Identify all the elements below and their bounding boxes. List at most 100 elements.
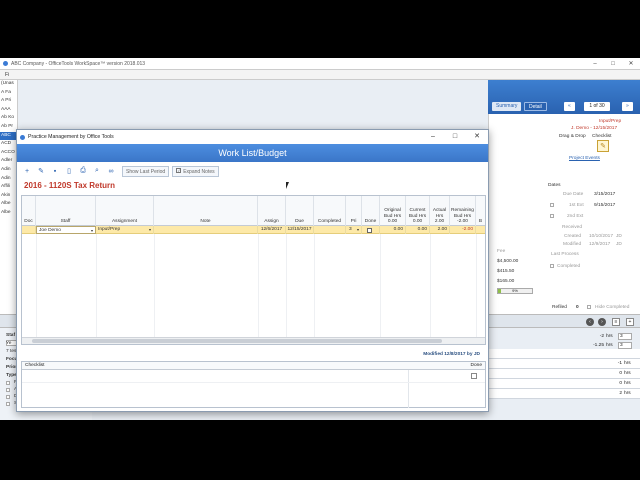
ext2-checkbox[interactable] — [550, 214, 554, 218]
cell-original-bud-hrs[interactable]: 0.00 — [380, 226, 406, 234]
col-doc[interactable]: Doc — [22, 196, 36, 226]
dialog-minimize-icon[interactable]: – — [422, 130, 444, 144]
col-current-bud-hrs[interactable]: Current Bud Hrs 0.00 — [406, 196, 430, 226]
client-list-item[interactable]: Adin — [0, 166, 17, 175]
type-checkbox[interactable] — [6, 395, 10, 399]
cell-actual-hrs: 2.00 — [430, 226, 450, 234]
client-list-item[interactable]: Affili — [0, 183, 17, 192]
summary-tab[interactable]: Summary — [492, 102, 522, 111]
expand-notes-checkbox[interactable]: ✓ — [176, 167, 182, 173]
client-list-item[interactable]: AAA — [0, 106, 17, 115]
grid-line — [96, 234, 97, 344]
priority-dropdown-icon[interactable]: ▾ — [357, 226, 359, 234]
col-billing[interactable]: B — [476, 196, 485, 226]
col-due[interactable]: Due — [286, 196, 314, 226]
client-list-item[interactable]: Adler — [0, 157, 17, 166]
cell-done[interactable] — [362, 226, 380, 234]
horizontal-scrollbar[interactable] — [22, 337, 485, 344]
fee-other: $165.00 — [497, 279, 515, 284]
cell-current-bud-hrs[interactable]: 0.00 — [406, 226, 430, 234]
type-checkbox[interactable] — [6, 388, 10, 392]
assignment-dropdown-icon[interactable]: ▾ — [149, 226, 151, 234]
client-list-item[interactable]: ACD — [0, 140, 17, 149]
show-last-period-button[interactable]: Show Last Period — [122, 165, 170, 177]
maximize-icon[interactable]: □ — [604, 58, 622, 70]
checklist-panel: Checklist Done — [21, 361, 486, 408]
forward-icon[interactable]: › — [598, 318, 606, 326]
col-assignment[interactable]: Assignment — [96, 196, 154, 226]
col-staff[interactable]: Staff — [36, 196, 96, 226]
client-list-item[interactable]: ACCO — [0, 149, 17, 158]
cell-note[interactable] — [154, 226, 258, 234]
add-icon[interactable]: + — [21, 166, 33, 177]
ext1-checkbox[interactable] — [550, 203, 554, 207]
col-remaining-bud-hrs[interactable]: Remaining Bud Hrs -2.00 — [450, 196, 476, 226]
client-list-item[interactable]: Albe — [0, 209, 17, 218]
back-icon[interactable]: ‹ — [586, 318, 594, 326]
hours-count-select[interactable]: 3 — [618, 333, 632, 340]
dialog-titlebar: Practice Management by Office Tools – □ … — [17, 130, 488, 144]
search-icon[interactable]: ⌕ — [91, 166, 103, 177]
checklist-done-checkbox[interactable] — [471, 373, 477, 379]
client-list-item[interactable]: A Fa — [0, 89, 17, 98]
expand-notes-toggle[interactable]: ✓ Expand Notes — [172, 165, 219, 177]
delete-trash-icon[interactable]: ▯ — [63, 166, 75, 177]
col-pri[interactable]: Pri — [346, 196, 362, 226]
type-checkbox[interactable] — [6, 381, 10, 385]
project-events-link[interactable]: Project Events — [569, 156, 600, 161]
previous-page-icon[interactable]: « — [564, 102, 575, 111]
page-indicator: 1 of 30 — [584, 102, 610, 111]
client-list-item[interactable]: (Unas — [0, 80, 17, 89]
minimize-icon[interactable]: – — [586, 58, 604, 70]
close-icon[interactable]: ✕ — [622, 58, 640, 70]
col-completed[interactable]: Completed — [314, 196, 346, 226]
detail-tab[interactable]: Detail — [524, 102, 547, 111]
app-window-controls: – □ ✕ — [586, 58, 640, 70]
ext1-value[interactable]: 9/15/2017 — [594, 203, 615, 208]
cell-assignment-select[interactable]: Input/Prep ▾ — [96, 226, 154, 234]
due-date-value[interactable]: 3/15/2017 — [594, 192, 615, 197]
print-icon[interactable]: ⎙ — [77, 166, 89, 177]
hours-count-select[interactable]: 3 — [618, 342, 632, 349]
client-list-item[interactable]: Ab Pr — [0, 123, 17, 132]
checklist-icon[interactable]: ✎ — [597, 140, 609, 152]
cell-staff-select[interactable]: Joe Demo ▾ — [36, 226, 96, 234]
client-list-item[interactable]: ABC — [0, 131, 17, 141]
col-note-label: Note — [200, 218, 211, 224]
hours-summary-row: -2 hrs 3 — [580, 332, 640, 341]
save-icon[interactable]: ▪ — [49, 166, 61, 177]
col-note[interactable]: Note — [154, 196, 258, 226]
client-list-item[interactable]: Ab Ko — [0, 114, 17, 123]
cell-priority-select[interactable]: 3 ▾ — [346, 226, 362, 234]
table-row[interactable]: Joe Demo ▾ Input/Prep ▾ 12/6/2017 12/15/20… — [22, 226, 485, 234]
cell-completed[interactable] — [314, 226, 346, 234]
dialog-maximize-icon[interactable]: □ — [444, 130, 466, 144]
next-page-icon[interactable]: » — [622, 102, 633, 111]
link-icon[interactable]: ∞ — [105, 166, 117, 177]
done-checkbox[interactable] — [367, 227, 372, 233]
col-assign[interactable]: Assign — [258, 196, 286, 226]
client-list-item[interactable]: A Pri — [0, 97, 17, 106]
edit-pencil-icon[interactable]: ✎ — [35, 166, 47, 177]
col-assignment-label: Assignment — [111, 218, 138, 224]
menu-file[interactable]: Fi — [5, 72, 9, 78]
completed-checkbox[interactable] — [550, 264, 554, 268]
project-subtitle: 2016 - 1120S Tax Return — [24, 181, 116, 190]
col-actual-hrs[interactable]: Actual Hrs 2.00 — [430, 196, 450, 226]
client-list-item[interactable]: Albe — [0, 200, 17, 209]
add-icon[interactable]: + — [626, 318, 634, 326]
cell-assign-date[interactable]: 12/6/2017 — [258, 226, 286, 234]
cell-doc[interactable] — [22, 226, 36, 234]
scrollbar-thumb[interactable] — [32, 339, 442, 343]
type-checkbox[interactable] — [6, 402, 10, 406]
hide-completed-checkbox[interactable] — [587, 305, 591, 309]
cell-due-date[interactable]: 12/15/2017 — [286, 226, 314, 234]
client-list-item[interactable]: Akin — [0, 192, 17, 201]
col-billing-label: B — [478, 218, 483, 224]
staff-dropdown-icon[interactable]: ▾ — [91, 227, 93, 233]
tasks-icon[interactable]: ≡ — [612, 318, 620, 326]
col-done[interactable]: Done — [362, 196, 380, 226]
client-list-item[interactable]: Adin — [0, 175, 17, 184]
col-original-bud-hrs[interactable]: Original Bud Hrs 0.00 — [380, 196, 406, 226]
dialog-close-icon[interactable]: ✕ — [466, 130, 488, 144]
